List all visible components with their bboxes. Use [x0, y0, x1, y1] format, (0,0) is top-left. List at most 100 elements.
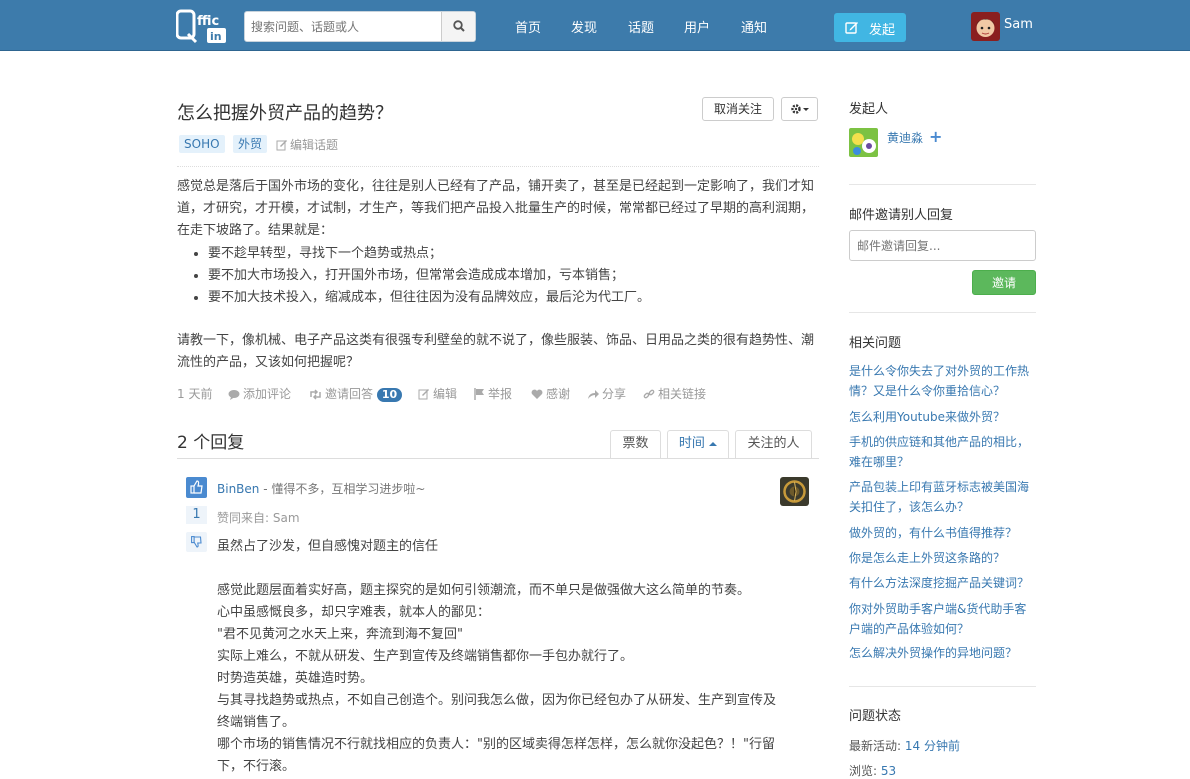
share-label: 分享 [602, 387, 627, 401]
answer-author-avatar[interactable] [780, 477, 809, 506]
link-icon [643, 389, 655, 399]
last-activity: 最新活动: 14 分钟前 [849, 739, 960, 753]
share-icon [588, 390, 599, 399]
initiator-avatar[interactable] [849, 128, 878, 157]
answer-text-line: 下，不行滚。 [217, 759, 296, 774]
report-label: 举报 [488, 387, 513, 401]
question-bullet-list: 要不趁早转型，寻找下一个趋势或热点； 要不加大市场投入，打开国外市场，但常常会造… [194, 243, 818, 309]
edit-icon [845, 22, 858, 34]
related-question-link[interactable]: 你是怎么走上外贸这条路的？ [849, 548, 1039, 568]
question-text-line: 道，才研究，才开模，才试制，才生产，等我们把产品投入批量生产的时候，常常都已经过… [177, 201, 815, 216]
answer-text-line: "君不见黄河之水天上来，奔流到海不复回" [217, 627, 463, 642]
user-name[interactable]: Sam [1004, 17, 1033, 32]
caret-up-icon [709, 442, 718, 446]
divider [177, 458, 819, 459]
plus-icon[interactable]: + [929, 127, 942, 146]
site-logo[interactable]: ffic in [176, 8, 232, 44]
answer-text-line: 时势造英雄，英雄造时势。 [217, 671, 374, 686]
related-question-link[interactable]: 手机的供应链和其他产品的相比， 难在哪里？ [849, 432, 1039, 472]
question-text-line: 流性的产品，又该如何把握呢？ [177, 355, 360, 370]
question-status-title: 问题状态 [849, 709, 902, 724]
search-button[interactable] [441, 12, 475, 41]
invite-title: 邮件邀请别人回复 [849, 208, 954, 223]
divider [177, 166, 819, 167]
add-comment-link[interactable]: 添加评论 [228, 385, 291, 402]
invite-answer-link[interactable]: 邀请回答 10 [309, 385, 403, 402]
list-item: 要不加大技术投入，缩减成本，但往往因为没有品牌效应，最后沦为代工厂。 [194, 287, 818, 309]
heart-icon [531, 389, 543, 399]
tab-sort-time[interactable]: 时间 [667, 430, 729, 458]
top-navbar: ffic in 首页 发现 话题 用户 通知 发起 Sam [0, 0, 1190, 51]
answer-author-name[interactable]: BinBen [217, 482, 259, 496]
answer-text-line: 虽然占了沙发，但自感愧对题主的信任 [217, 539, 439, 554]
thanks-link[interactable]: 感谢 [531, 385, 570, 402]
view-count: 浏览: 53 [849, 764, 897, 778]
divider [849, 686, 1036, 687]
nav-users[interactable]: 用户 [684, 17, 710, 36]
related-questions-title: 相关问题 [849, 336, 902, 351]
view-count-value: 53 [880, 764, 897, 778]
related-links-label: 相关链接 [658, 387, 707, 401]
topic-tag-foreign-trade[interactable]: 外贸 [233, 135, 268, 153]
related-links-link[interactable]: 相关链接 [643, 385, 706, 402]
vote-count: 1 [186, 506, 207, 524]
related-question-link[interactable]: 怎么解决外贸操作的异地问题？ [849, 643, 1039, 663]
nav-notifications[interactable]: 通知 [741, 17, 767, 36]
agree-from: 赞同来自: Sam [217, 511, 300, 525]
search-input[interactable] [245, 12, 442, 41]
last-activity-value: 14 分钟前 [904, 739, 960, 753]
answer-author-signature: - 懂得不多，互相学习进步啦~ [259, 482, 426, 496]
topic-tag-soho[interactable]: SOHO [179, 135, 225, 153]
share-link[interactable]: 分享 [587, 385, 626, 402]
edit-link[interactable]: 编辑 [418, 385, 457, 402]
related-question-link[interactable]: 怎么利用Youtube来做外贸？ [849, 407, 1039, 427]
related-question-link[interactable]: 你对外贸助手客户端&货代助手客 户端的产品体验如何？ [849, 599, 1039, 639]
unfollow-button[interactable]: 取消关注 [702, 97, 774, 121]
settings-dropdown-button[interactable] [781, 97, 818, 121]
edit-icon [418, 389, 429, 400]
add-comment-label: 添加评论 [243, 387, 292, 401]
search-icon [453, 20, 465, 32]
answer-text-line: 终端销售了。 [217, 715, 296, 730]
question-intro: 感觉总是落后于国外市场的变化，往往是别人已经有了产品，铺开卖了，甚至是已经起到一… [177, 176, 819, 242]
tab-sort-votes[interactable]: 票数 [610, 430, 661, 458]
thumbs-down-icon [191, 536, 202, 548]
thanks-label: 感谢 [546, 387, 571, 401]
tab-sort-following[interactable]: 关注的人 [735, 430, 812, 458]
related-question-link[interactable]: 有什么方法深度挖掘产品关键词？ [849, 573, 1039, 593]
answer-content: 虽然占了沙发，但自感愧对题主的信任 感觉此题层面着实好高，题主探究的是如何引领潮… [217, 536, 817, 778]
related-question-link[interactable]: 做外贸的，有什么书值得推荐？ [849, 523, 1039, 543]
related-question-link[interactable]: 产品包装上印有蓝牙标志被美国海 关扣住了，该怎么办？ [849, 477, 1039, 517]
question-text-line: 在走下坡路了。结果就是： [177, 223, 334, 238]
edit-icon [276, 140, 287, 151]
vote-up-button[interactable] [186, 477, 207, 498]
flag-icon [474, 388, 484, 400]
invite-button[interactable]: 邀请 [972, 270, 1036, 295]
invite-email-input[interactable] [849, 230, 1036, 261]
nav-home[interactable]: 首页 [515, 17, 541, 36]
svg-text:ffic: ffic [197, 14, 219, 29]
nav-topics[interactable]: 话题 [628, 17, 654, 36]
tab-sort-time-label: 时间 [678, 436, 705, 451]
comment-icon [228, 390, 240, 400]
answers-count-title: 2 个回复 [177, 433, 245, 453]
answer-text-line: 实际上难么，不就从研发、生产到宣传及终端销售都你一手包办就行了。 [217, 649, 634, 664]
invite-count-badge: 10 [376, 388, 403, 402]
question-time: 1 天前 [177, 387, 213, 401]
related-question-link[interactable]: 是什么令你失去了对外贸的工作热 情？又是什么令你重拾信心？ [849, 361, 1039, 401]
search-box [244, 11, 476, 42]
edit-label: 编辑 [433, 387, 458, 401]
report-link[interactable]: 举报 [474, 385, 512, 402]
answer-text-line: 心中虽感慨良多，却只字难表，就本人的鄙见： [217, 605, 491, 620]
vote-down-button[interactable] [186, 532, 207, 552]
answer-text-line: 与其寻找趋势或热点，不如自己创造个。别问我怎么做，因为你已经包办了从研发、生产到… [217, 693, 777, 708]
edit-topic-link[interactable]: 编辑话题 [276, 136, 338, 153]
nav-discover[interactable]: 发现 [571, 17, 597, 36]
initiator-name[interactable]: 黄迪淼 [887, 129, 923, 146]
user-avatar[interactable] [971, 12, 1000, 41]
question-title: 怎么把握外贸产品的趋势？ [177, 103, 393, 124]
question-ask: 请教一下，像机械、电子产品这类有很强专利壁垒的就不说了，像些服装、饰品、日用品之… [177, 330, 819, 374]
post-question-button[interactable]: 发起 [834, 13, 906, 42]
list-item: 要不加大市场投入，打开国外市场，但常常会造成成本增加，亏本销售； [194, 265, 818, 287]
invite-answer-label: 邀请回答 [325, 387, 374, 401]
